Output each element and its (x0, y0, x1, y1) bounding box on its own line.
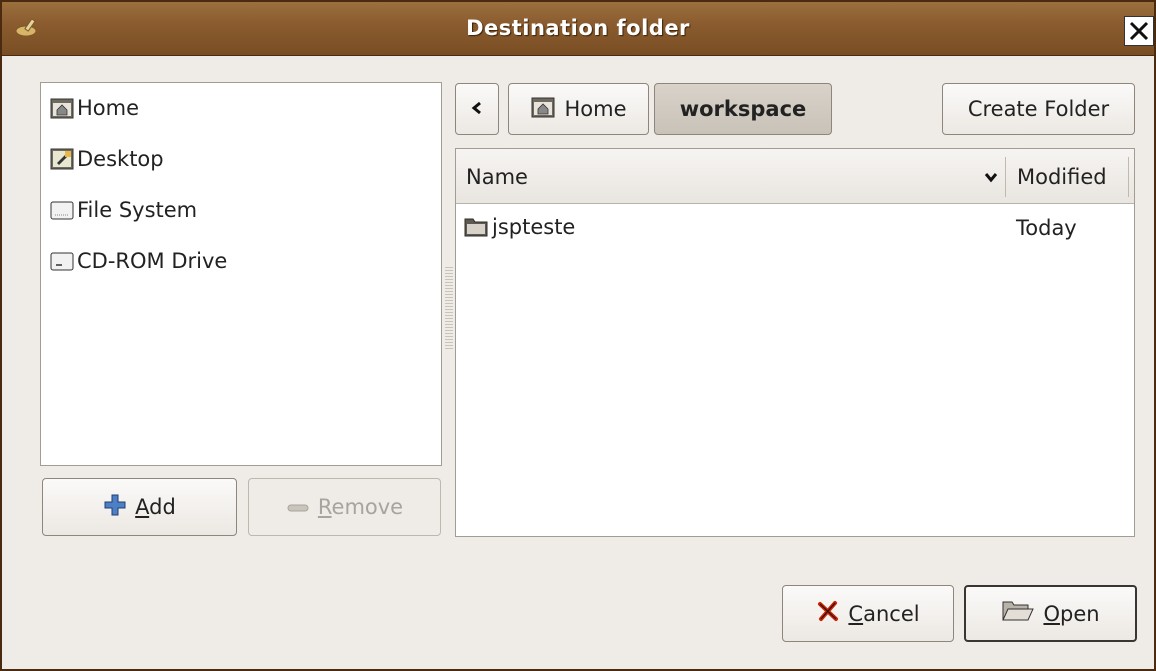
pane-resize-handle[interactable] (445, 267, 453, 349)
path-current-label: workspace (679, 97, 807, 121)
places-item-file-system[interactable]: File System (49, 193, 197, 227)
title-bar[interactable]: Destination folder (2, 2, 1154, 56)
open-label: Open (1043, 601, 1100, 626)
column-header-modified[interactable]: Modified (1017, 165, 1107, 189)
file-list-header: Name Modified (456, 149, 1134, 204)
add-bookmark-button[interactable]: Add (42, 478, 237, 536)
home-folder-icon (530, 95, 556, 124)
column-header-name[interactable]: Name (466, 165, 528, 189)
window-title: Destination folder (466, 16, 690, 40)
cancel-x-icon (816, 599, 840, 628)
places-item-label: Desktop (77, 147, 164, 171)
cdrom-drive-icon (49, 249, 75, 273)
path-button-home[interactable]: Home (508, 83, 649, 135)
file-name-label: jspteste (492, 215, 576, 239)
column-divider (1005, 157, 1006, 197)
create-folder-button[interactable]: Create Folder (942, 83, 1135, 135)
plus-icon (103, 493, 127, 522)
cancel-button[interactable]: Cancel (782, 585, 954, 642)
places-item-home[interactable]: Home (49, 91, 139, 125)
chevron-left-icon (470, 97, 484, 121)
open-button[interactable]: Open (964, 585, 1137, 642)
create-folder-label: Create Folder (967, 97, 1110, 121)
path-home-label: Home (564, 97, 627, 121)
close-button[interactable] (1124, 16, 1154, 46)
file-row[interactable]: jspteste Today (456, 211, 1134, 245)
home-folder-icon (49, 96, 75, 120)
harddrive-icon (49, 198, 75, 222)
remove-bookmark-button[interactable]: Remove (248, 478, 441, 536)
minus-icon (286, 495, 310, 519)
chevron-down-icon[interactable] (984, 169, 998, 183)
destination-folder-dialog: Destination folder Home Desktop File Sys… (0, 0, 1156, 671)
column-divider (1128, 157, 1129, 197)
open-folder-icon (1001, 598, 1035, 629)
file-list: Name Modified jspteste Today (455, 148, 1135, 537)
places-item-cdrom[interactable]: CD-ROM Drive (49, 244, 227, 278)
places-item-desktop[interactable]: Desktop (49, 142, 164, 176)
places-item-label: Home (77, 96, 140, 120)
places-item-label: CD-ROM Drive (77, 249, 228, 273)
add-label: Add (135, 495, 176, 519)
places-item-label: File System (77, 198, 198, 222)
close-icon (1125, 17, 1153, 45)
remove-label: Remove (317, 495, 404, 519)
path-button-workspace[interactable]: workspace (654, 83, 832, 135)
desktop-icon (49, 147, 75, 171)
folder-icon (462, 215, 490, 239)
file-name-cell: jspteste (462, 215, 575, 239)
cancel-label: Cancel (848, 601, 920, 626)
places-sidebar: Home Desktop File System CD-ROM Drive (40, 82, 442, 466)
file-modified-label: Today (1016, 216, 1077, 240)
path-back-button[interactable] (455, 83, 499, 135)
